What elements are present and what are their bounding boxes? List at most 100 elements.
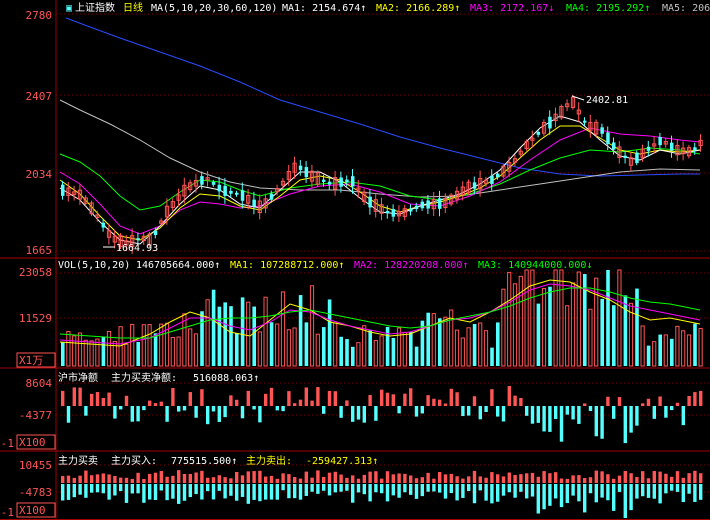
mainforce-sell-bar bbox=[571, 484, 575, 496]
mainforce-buy-bar bbox=[84, 470, 88, 483]
netflow-bar-negative bbox=[629, 406, 633, 433]
mainforce-sell-bar bbox=[258, 484, 262, 502]
mainforce-buy-bar bbox=[368, 471, 372, 483]
price-y-label: 2407 bbox=[26, 90, 53, 103]
netflow-bar-positive bbox=[269, 387, 274, 406]
ma4-value: MA4: 2195.292↑ bbox=[566, 3, 650, 14]
mainforce-buy-bar bbox=[467, 476, 471, 483]
netflow-bar-positive bbox=[304, 387, 308, 406]
netflow-bar-negative bbox=[623, 406, 627, 444]
netflow-bar-positive bbox=[107, 392, 111, 406]
mainforce-sell-bar bbox=[432, 484, 436, 492]
mainforce-sell-bar bbox=[119, 484, 123, 492]
netflow-bar-negative bbox=[356, 406, 361, 420]
volume-bar-down bbox=[217, 306, 222, 366]
stock-chart-window[interactable]: ▣ 上证指数 日线 MA(5,10,20,30,60,120) MA1: 215… bbox=[0, 0, 710, 520]
mainforce-buy-bar bbox=[565, 478, 569, 483]
volume-bar-down bbox=[496, 322, 500, 366]
mainforce-sell-bar bbox=[298, 484, 303, 500]
netflow-bar-negative bbox=[351, 406, 355, 422]
volume-bar-down bbox=[606, 270, 610, 366]
mainforce-sell-bar bbox=[530, 484, 535, 497]
mainforce-sell-bar bbox=[501, 484, 506, 496]
mainforce-sell-bar bbox=[275, 484, 279, 500]
mainforce-buy-bar bbox=[130, 478, 134, 483]
mainforce-buy-bar bbox=[525, 473, 529, 483]
netflow-bar-negative bbox=[496, 406, 500, 417]
mainforce-buy-bar bbox=[664, 473, 668, 483]
mainforce-sell-bar bbox=[467, 484, 471, 492]
netflow-bar-negative bbox=[136, 406, 140, 422]
netflow-bar-positive bbox=[200, 389, 204, 406]
mainforce-buy-bar bbox=[403, 473, 407, 483]
netflow-bar-positive bbox=[78, 387, 82, 406]
mainforce-sell-bar bbox=[345, 484, 349, 491]
mainforce-buy-bar bbox=[72, 477, 76, 483]
mainforce-sell-bar bbox=[246, 484, 250, 504]
mainforce-buy-bar bbox=[333, 471, 337, 483]
mainforce-sell-bar bbox=[675, 484, 680, 492]
volume-bar-down bbox=[339, 336, 343, 366]
candle-body-down bbox=[153, 230, 158, 236]
mainforce-buy-bar bbox=[316, 470, 320, 483]
mainforce-sell-bar bbox=[322, 484, 326, 491]
mainforce-buy-bar bbox=[124, 477, 129, 483]
netflow-bar-negative bbox=[113, 406, 117, 419]
price-y-label: 2780 bbox=[26, 9, 53, 22]
volume-bar-down bbox=[223, 302, 227, 366]
mainforce-sell-bar bbox=[177, 484, 181, 504]
netflow-bar-positive bbox=[380, 389, 384, 406]
mainforce-buy-bar bbox=[240, 475, 245, 483]
netflow-bar-positive bbox=[409, 388, 413, 406]
volume-bar-down bbox=[235, 333, 239, 366]
netflow-bar-positive bbox=[293, 403, 297, 406]
netflow-bar-negative bbox=[258, 406, 262, 423]
volume-bar-down bbox=[368, 330, 372, 366]
netflow-y-label: -4377 bbox=[19, 409, 52, 422]
mainforce-sell-bar bbox=[606, 484, 610, 501]
netflow-bar-positive bbox=[159, 401, 163, 406]
mainforce-sell-bar bbox=[687, 484, 691, 494]
volume-bar-down bbox=[345, 339, 349, 366]
mainforce-sell-bar bbox=[269, 484, 274, 500]
netflow-bar-negative bbox=[525, 406, 529, 416]
index-title[interactable]: 上证指数 bbox=[75, 1, 115, 14]
mainforce-sell-bar bbox=[681, 484, 685, 503]
chart-icon: ▣ bbox=[66, 3, 72, 14]
mainforce-buy-bar bbox=[675, 471, 680, 483]
netflow-bar-negative bbox=[478, 406, 482, 420]
volume-bar-down bbox=[548, 286, 552, 366]
mainforce-sell-bar bbox=[368, 484, 372, 502]
mainforce-buy-bar bbox=[304, 471, 308, 483]
mainforce-sell-bar bbox=[130, 484, 134, 494]
low-annotation: 1664.93 bbox=[116, 243, 158, 254]
candle-body-down bbox=[304, 167, 309, 177]
mainforce-buy-bar bbox=[269, 475, 274, 483]
volume-bar-down bbox=[211, 289, 216, 366]
mainforce-buy-bar bbox=[617, 475, 622, 483]
mainforce-buy-bar bbox=[641, 471, 645, 483]
volume-bar-down bbox=[229, 306, 233, 366]
mainforce-buy-bar bbox=[426, 472, 430, 483]
high-annotation: 2402.81 bbox=[586, 95, 628, 106]
netflow-bar-positive bbox=[583, 403, 587, 406]
candle-body-down bbox=[496, 173, 500, 178]
mainforce-buy-bar bbox=[200, 470, 204, 483]
mainforce-sell-bar bbox=[304, 484, 308, 496]
mainforce-sell-bar bbox=[484, 484, 488, 501]
netflow-bar-positive bbox=[188, 392, 192, 406]
mainforce-sell-bar bbox=[211, 484, 216, 500]
mainforce-sell-bar bbox=[385, 484, 390, 502]
price-legend: ▣ 上证指数 日线 MA(5,10,20,30,60,120) MA1: 215… bbox=[66, 1, 710, 14]
ma1-value: MA1: 2154.674↑ bbox=[282, 3, 366, 14]
netflow-bar-positive bbox=[426, 395, 430, 406]
mainforce-sell-bar bbox=[72, 484, 76, 498]
period-label[interactable]: 日线 bbox=[123, 1, 143, 14]
netflow-bar-negative bbox=[275, 406, 279, 411]
netflow-bar-positive bbox=[507, 386, 511, 406]
mainforce-buy-bar bbox=[211, 477, 216, 483]
netflow-bar-negative bbox=[217, 406, 221, 422]
netflow-bar-positive bbox=[171, 388, 175, 406]
mainforce-sell-bar bbox=[153, 484, 158, 500]
mainforce-sell-bar bbox=[235, 484, 239, 501]
